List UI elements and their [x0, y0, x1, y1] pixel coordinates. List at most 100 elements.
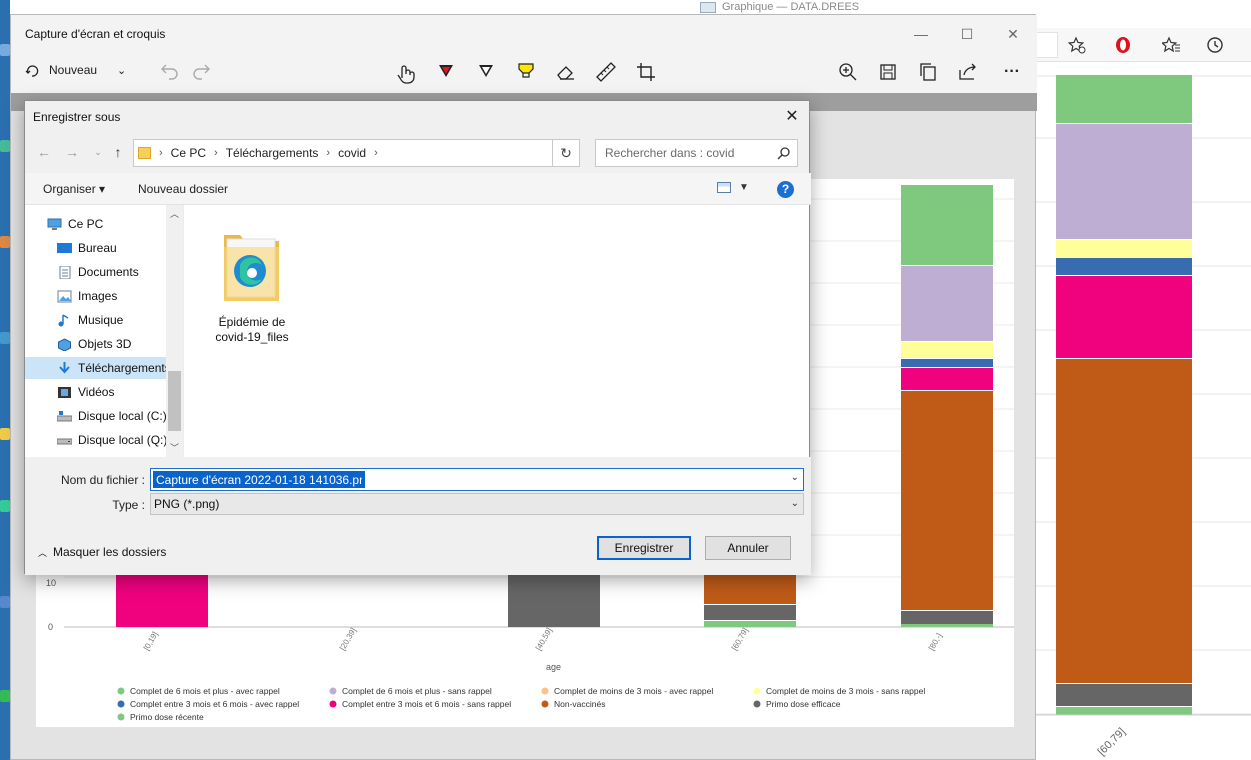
- maximize-button[interactable]: ☐: [952, 23, 982, 45]
- sidebar-item-label: Objets 3D: [78, 337, 132, 351]
- desktop-icon[interactable]: [0, 140, 10, 152]
- touch-writing-icon[interactable]: [392, 58, 420, 86]
- redo-icon[interactable]: [189, 58, 217, 86]
- pc-icon: [47, 218, 62, 230]
- scroll-up-icon[interactable]: ︿: [166, 207, 183, 221]
- eraser-icon[interactable]: [552, 58, 580, 86]
- desktop-icon[interactable]: [0, 332, 10, 344]
- sidebar-item-images[interactable]: Images: [25, 285, 167, 307]
- sidebar-item-musique[interactable]: Musique: [25, 309, 167, 331]
- scrollbar-thumb[interactable]: [168, 371, 181, 431]
- opera-icon[interactable]: [1114, 36, 1132, 54]
- save-button[interactable]: Enregistrer: [597, 536, 691, 560]
- breadcrumb-separator[interactable]: ›: [214, 147, 218, 159]
- favorites-icon[interactable]: [1162, 36, 1180, 54]
- desktop-icon[interactable]: [0, 596, 10, 608]
- highlighter-icon[interactable]: [512, 58, 540, 86]
- sidebar-item-bureau[interactable]: Bureau: [25, 237, 167, 259]
- forward-arrow-icon[interactable]: →: [63, 143, 81, 161]
- sidebar-item-label: Musique: [78, 313, 124, 327]
- organize-button[interactable]: Organiser ▾: [43, 182, 105, 196]
- crop-icon[interactable]: [632, 58, 660, 86]
- hide-folders-toggle[interactable]: ︿ Masquer les dossiers: [38, 545, 166, 559]
- history-icon[interactable]: [1206, 36, 1224, 54]
- copy-icon[interactable]: [914, 58, 942, 86]
- more-icon[interactable]: ···: [998, 58, 1026, 86]
- legend-swatch: [541, 700, 549, 708]
- sidebar-item-telechargements[interactable]: Téléchargements: [25, 357, 167, 379]
- chart-legend: Complet de 6 mois et plus - avec rappel …: [117, 686, 925, 722]
- x-tick-label: [40,59]: [534, 626, 554, 652]
- sidebar-item-disque-c[interactable]: Disque local (C:): [25, 405, 167, 427]
- desktop-icon: [57, 242, 72, 253]
- legend-swatch: [117, 700, 125, 708]
- save-as-dialog: Enregistrer sous ✕ ← → ⌄ ↑ › Ce PC › Tél…: [24, 100, 811, 575]
- x-axis-title: age: [546, 662, 561, 672]
- ballpoint-pen-icon[interactable]: [432, 58, 460, 86]
- chevron-down-icon[interactable]: ⌄: [791, 472, 799, 483]
- type-select[interactable]: PNG (*.png) ⌄: [150, 493, 804, 515]
- search-input[interactable]: [596, 140, 776, 166]
- bar-segment: [901, 266, 993, 341]
- close-button[interactable]: ✕: [998, 23, 1028, 45]
- bar-segment: [901, 342, 993, 358]
- view-options-button[interactable]: ▼: [717, 182, 749, 193]
- zoom-icon[interactable]: [834, 58, 862, 86]
- help-icon[interactable]: ?: [777, 181, 794, 198]
- x-tick-label: [0,19]: [142, 630, 160, 652]
- chevron-down-icon[interactable]: ⌄: [117, 64, 126, 77]
- nav-scrollbar[interactable]: ︿ ﹀: [166, 205, 183, 457]
- background-chart: [60,79]: [1036, 75, 1251, 758]
- filename-field[interactable]: ⌄: [150, 468, 804, 491]
- recent-locations-icon[interactable]: ⌄: [89, 143, 107, 161]
- search-icon[interactable]: [777, 146, 791, 160]
- chevron-down-icon[interactable]: ⌄: [791, 494, 799, 514]
- breadcrumb-item[interactable]: Téléchargements: [226, 146, 319, 160]
- command-bar: Organiser ▾ Nouveau dossier ▼ ?: [25, 173, 811, 205]
- new-folder-button[interactable]: Nouveau dossier: [138, 182, 228, 196]
- address-bar[interactable]: › Ce PC › Téléchargements › covid › ⌄: [133, 139, 643, 167]
- sidebar-item-objets-3d[interactable]: Objets 3D: [25, 333, 167, 355]
- sidebar-item-documents[interactable]: Documents: [25, 261, 167, 283]
- search-box[interactable]: [595, 139, 798, 167]
- minimize-button[interactable]: —: [906, 23, 936, 45]
- hide-folders-label: Masquer les dossiers: [53, 545, 167, 559]
- new-snip-button[interactable]: Nouveau ⌄: [25, 62, 126, 78]
- refresh-button[interactable]: ↻: [552, 139, 580, 167]
- desktop-icon[interactable]: [0, 428, 10, 440]
- back-arrow-icon[interactable]: ←: [35, 143, 53, 161]
- breadcrumb-separator[interactable]: ›: [374, 147, 378, 159]
- bar-segment: [1056, 240, 1192, 258]
- desktop-icon[interactable]: [0, 236, 10, 248]
- legend-swatch: [541, 687, 549, 695]
- breadcrumb-separator[interactable]: ›: [326, 147, 330, 159]
- scroll-down-icon[interactable]: ﹀: [166, 441, 183, 455]
- browser-tab[interactable]: Graphique — DATA.DREES: [700, 0, 859, 14]
- sidebar-item-ce-pc[interactable]: Ce PC: [25, 213, 167, 235]
- breadcrumb-item[interactable]: covid: [338, 146, 366, 160]
- sidebar-item-label: Vidéos: [78, 385, 115, 399]
- ruler-icon[interactable]: [592, 58, 620, 86]
- filename-input[interactable]: [153, 471, 365, 488]
- desktop-icon[interactable]: [0, 44, 10, 56]
- star-add-icon[interactable]: [1068, 36, 1086, 54]
- desktop-icon[interactable]: [0, 500, 10, 512]
- up-arrow-icon[interactable]: ↑: [109, 143, 127, 161]
- folder-item[interactable]: Épidémie de covid-19_files: [204, 215, 300, 344]
- sidebar-item-disque-q[interactable]: Disque local (Q:): [25, 429, 167, 451]
- cancel-button[interactable]: Annuler: [705, 536, 791, 560]
- sidebar-item-videos[interactable]: Vidéos: [25, 381, 167, 403]
- x-tick-label: [80,-]: [927, 632, 944, 652]
- breadcrumb-separator[interactable]: ›: [159, 147, 163, 159]
- desktop-icon[interactable]: [0, 690, 10, 702]
- share-icon[interactable]: [954, 58, 982, 86]
- save-icon[interactable]: [874, 58, 902, 86]
- drive-icon: [57, 410, 72, 421]
- breadcrumb-item[interactable]: Ce PC: [171, 146, 206, 160]
- close-icon[interactable]: ✕: [781, 107, 803, 127]
- pencil-icon[interactable]: [472, 58, 500, 86]
- undo-icon[interactable]: [154, 58, 182, 86]
- address-bar-tail[interactable]: [1036, 32, 1058, 58]
- legend-swatch: [329, 687, 337, 695]
- desktop-taskbar-edge: [0, 0, 10, 760]
